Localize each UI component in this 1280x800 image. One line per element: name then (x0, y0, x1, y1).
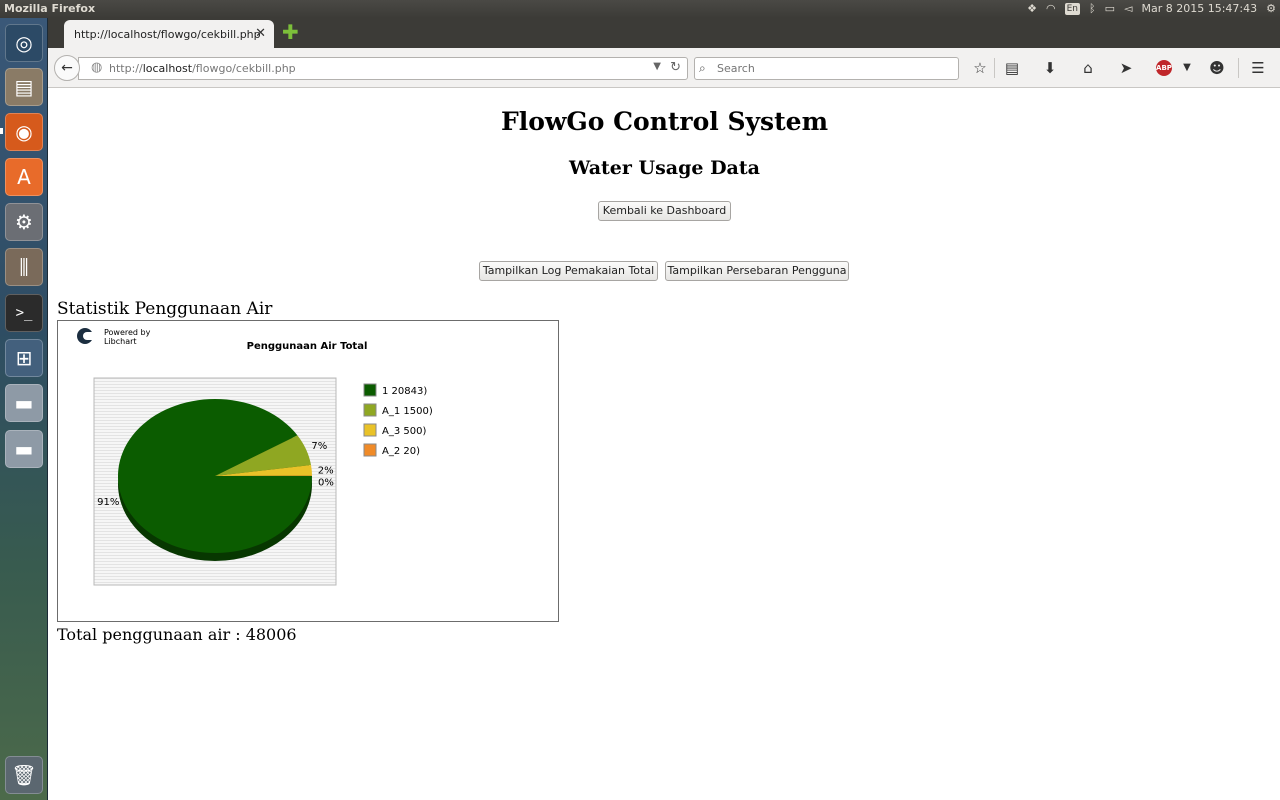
keyboard-layout-indicator[interactable]: En (1064, 3, 1080, 15)
pie-percent-label: 0% (318, 478, 334, 489)
top-panel: Mozilla Firefox ❖ ◠ En ᛒ ▭ ◅ Mar 8 2015 … (0, 0, 1280, 18)
legend: 1 20843) A_1 1500) A_3 500) A_2 20) (363, 383, 433, 457)
files-icon[interactable]: ▤ (5, 68, 43, 106)
system-settings-icon[interactable]: ⚙ (5, 203, 43, 241)
libchart-logo: Powered by Libchart (77, 328, 151, 346)
arrow-left-icon: ← (61, 60, 73, 76)
pie-slices (118, 399, 312, 553)
total-usage-label: Total penggunaan air : (57, 625, 246, 644)
panel-indicators: ❖ ◠ En ᛒ ▭ ◅ Mar 8 2015 15:47:43 ⚙ (1027, 1, 1276, 17)
back-button[interactable]: ← (54, 55, 80, 81)
window-title: Mozilla Firefox (4, 2, 96, 15)
tab-bar: http://localhost/flowgo/cekbill.php ✕ ✚ (48, 18, 1280, 48)
chart-image: Powered by Libchart Penggunaan Air Total… (57, 320, 559, 622)
legend-swatch (363, 423, 377, 437)
url-bar[interactable]: ◍ http://localhost/flowgo/cekbill.php ▼ … (78, 57, 688, 80)
software-center-icon[interactable]: A (5, 158, 43, 196)
terminal-icon[interactable]: >_ (5, 294, 43, 332)
legend-swatch (363, 443, 377, 457)
branding-line-2: Libchart (104, 337, 137, 346)
tweak-tool-icon[interactable]: ⫼ (5, 248, 43, 286)
total-usage: Total penggunaan air : 48006 (57, 625, 297, 644)
legend-label: A_2 20) (382, 446, 420, 457)
running-indicator (0, 128, 3, 134)
legend-label: A_1 1500) (382, 406, 433, 417)
reload-icon[interactable]: ↻ (670, 60, 681, 75)
ubuntu-dash-icon[interactable]: ◎ (5, 24, 43, 62)
globe-icon: ◍ (91, 60, 103, 75)
chevron-down-icon[interactable]: ▼ (1176, 57, 1198, 79)
chat-icon[interactable]: ☻ (1206, 57, 1228, 79)
pie-percent-label: 7% (311, 441, 327, 452)
launcher: ◎ ▤ ◉ A ⚙ ⫼ >_ ⊞ ▬ ▬ 🗑 (0, 18, 48, 800)
send-icon[interactable]: ➤ (1115, 57, 1137, 79)
legend-label: A_3 500) (382, 426, 426, 437)
page-title: FlowGo Control System (500, 107, 829, 136)
legend-swatch (363, 403, 377, 417)
pie-percent-label: 91% (97, 497, 119, 508)
search-icon: ⌕ (699, 61, 706, 75)
branding-line-1: Powered by (104, 328, 151, 337)
history-dropdown-icon[interactable]: ▼ (653, 61, 661, 72)
statistics-heading: Statistik Penggunaan Air (57, 299, 273, 319)
pie-chart: Powered by Libchart Penggunaan Air Total… (77, 328, 433, 586)
trash-icon[interactable]: 🗑 (5, 756, 43, 794)
drive-icon[interactable]: ▬ (5, 384, 43, 422)
menu-hamburger-icon[interactable]: ☰ (1247, 57, 1269, 79)
search-bar[interactable]: ⌕ (694, 57, 959, 80)
tab-title: http://localhost/flowgo/cekbill.php (74, 28, 261, 41)
page-content: FlowGo Control System Water Usage Data K… (49, 89, 1280, 800)
pie-percent-label: 2% (318, 465, 334, 476)
url-text[interactable]: http://localhost/flowgo/cekbill.php (109, 62, 296, 75)
wifi-icon[interactable]: ◠ (1046, 1, 1056, 17)
bookmark-star-icon[interactable]: ☆ (969, 57, 991, 79)
back-to-dashboard-button[interactable]: Kembali ke Dashboard (598, 201, 731, 221)
show-user-distribution-button[interactable]: Tampilkan Persebaran Pengguna (665, 261, 849, 281)
legend-label: 1 20843) (382, 386, 427, 397)
legend-swatch (363, 383, 377, 397)
toolbar-separator (994, 58, 995, 78)
volume-icon[interactable]: ◅ (1124, 1, 1132, 17)
chart-title: Penggunaan Air Total (247, 341, 368, 352)
clock[interactable]: Mar 8 2015 15:47:43 (1141, 1, 1257, 17)
show-total-log-button[interactable]: Tampilkan Log Pemakaian Total (479, 261, 658, 281)
search-input[interactable] (717, 60, 952, 77)
tab-cekbill[interactable]: http://localhost/flowgo/cekbill.php ✕ (64, 20, 274, 48)
reading-list-icon[interactable]: ▤ (1001, 57, 1023, 79)
battery-icon[interactable]: ▭ (1105, 1, 1115, 17)
home-icon[interactable]: ⌂ (1077, 57, 1099, 79)
dropbox-icon[interactable]: ❖ (1027, 1, 1037, 17)
workspace-switcher-icon[interactable]: ⊞ (5, 339, 43, 377)
adblock-icon[interactable]: ABP (1156, 60, 1172, 76)
navigation-toolbar: ◍ http://localhost/flowgo/cekbill.php ▼ … (48, 48, 1280, 88)
downloads-icon[interactable]: ⬇ (1039, 57, 1061, 79)
new-tab-plus-icon[interactable]: ✚ (282, 22, 302, 42)
page-subtitle: Water Usage Data (569, 157, 760, 179)
close-icon[interactable]: ✕ (255, 26, 266, 41)
bluetooth-icon[interactable]: ᛒ (1089, 1, 1096, 17)
gear-icon[interactable]: ⚙ (1266, 1, 1276, 17)
firefox-icon[interactable]: ◉ (5, 113, 43, 151)
drive-icon[interactable]: ▬ (5, 430, 43, 468)
toolbar-separator (1238, 58, 1239, 78)
total-usage-value: 48006 (245, 625, 297, 644)
